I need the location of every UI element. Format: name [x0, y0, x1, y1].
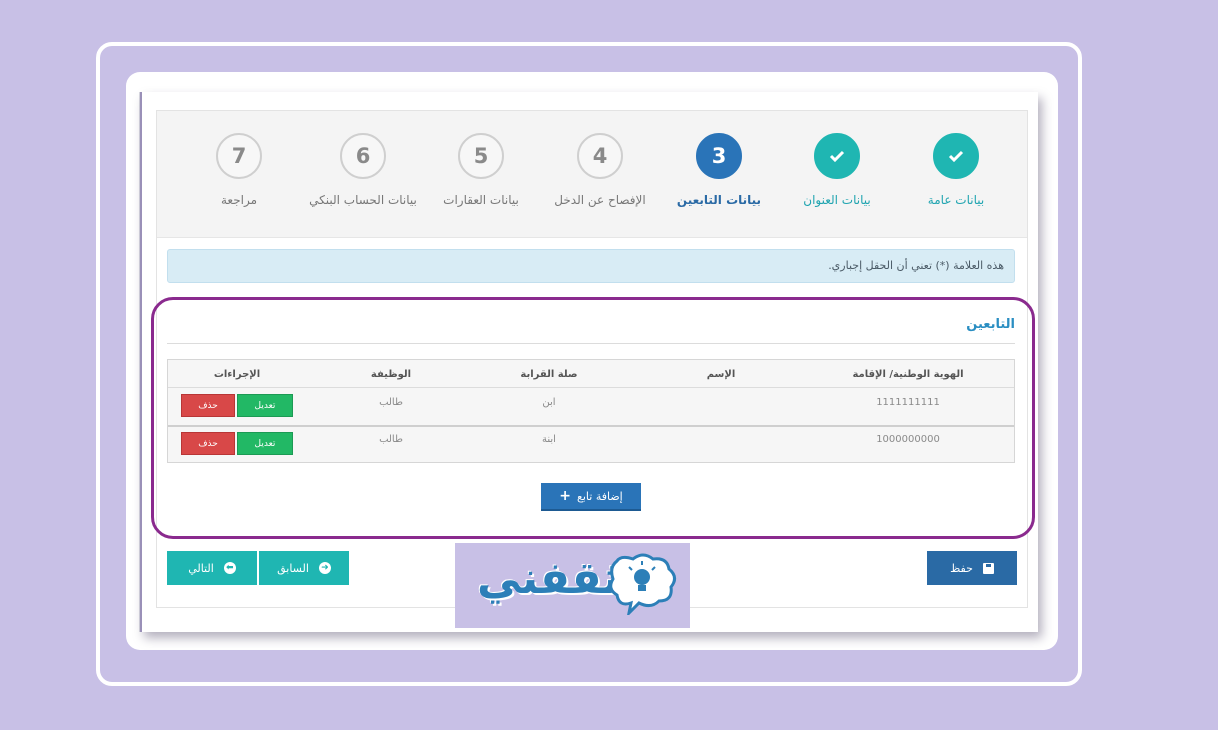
delete-button[interactable]: حذف	[181, 394, 235, 417]
dependents-table: الهوية الوطنية/ الإقامة الإسم صلة القراب…	[167, 359, 1015, 463]
next-label: التالي	[188, 561, 214, 575]
column-header-actions: الإجراءات	[213, 369, 261, 380]
cell-job: طالب	[379, 397, 403, 408]
floppy-disk-icon	[982, 562, 994, 574]
section-title: التابعين	[966, 317, 1015, 332]
save-button[interactable]: حفظ	[927, 551, 1017, 585]
arrow-right-circle-icon: ➜	[318, 562, 331, 574]
check-icon	[829, 150, 845, 162]
step-circle: 5	[458, 133, 504, 179]
add-dependent-button[interactable]: إضافة تابع +	[541, 483, 641, 511]
cell-relation: ابن	[542, 397, 556, 408]
arrow-left-circle-icon: ⬅	[223, 562, 236, 574]
step-circle: 4	[577, 133, 623, 179]
logo-text: ثقفني	[477, 553, 620, 604]
plus-icon: +	[559, 488, 571, 504]
column-header-id: الهوية الوطنية/ الإقامة	[852, 369, 964, 380]
required-fields-alert: هذه العلامة (*) تعني أن الحقل إجباري.	[167, 249, 1015, 283]
delete-button[interactable]: حذف	[181, 432, 235, 455]
step-label: بيانات عامة	[927, 193, 985, 207]
step-circle: 3	[696, 133, 742, 179]
next-button[interactable]: التالي ⬅	[167, 551, 257, 585]
step-circle: 7	[216, 133, 262, 179]
edit-button[interactable]: تعديل	[237, 394, 293, 417]
lightbulb-bubble-icon	[609, 553, 676, 615]
previous-label: السابق	[277, 561, 309, 575]
step-general[interactable]: بيانات عامة	[876, 133, 1036, 207]
step-circle	[933, 133, 979, 179]
column-header-relation: صلة القرابة	[520, 369, 578, 380]
watermark-logo: ثقفني	[455, 543, 690, 628]
cell-relation: ابنة	[542, 434, 556, 445]
row-divider	[168, 425, 1014, 427]
wizard-stepper: 7 مراجعة 6 بيانات الحساب البنكي 5 بيانات…	[157, 111, 1027, 238]
cell-job: طالب	[379, 434, 403, 445]
save-label: حفظ	[950, 561, 973, 575]
column-header-job: الوظيفة	[370, 369, 412, 380]
previous-button[interactable]: السابق ➜	[259, 551, 349, 585]
cell-id: 1111111111	[876, 397, 940, 408]
add-dependent-label: إضافة تابع	[577, 489, 623, 503]
edit-button[interactable]: تعديل	[237, 432, 293, 455]
check-icon	[948, 150, 964, 162]
step-circle: 6	[340, 133, 386, 179]
column-header-name: الإسم	[706, 369, 736, 380]
section-divider	[167, 343, 1015, 344]
step-circle	[814, 133, 860, 179]
form-panel: 7 مراجعة 6 بيانات الحساب البنكي 5 بيانات…	[151, 110, 1035, 608]
row-divider	[168, 387, 1014, 388]
cell-id: 1000000000	[876, 434, 940, 445]
